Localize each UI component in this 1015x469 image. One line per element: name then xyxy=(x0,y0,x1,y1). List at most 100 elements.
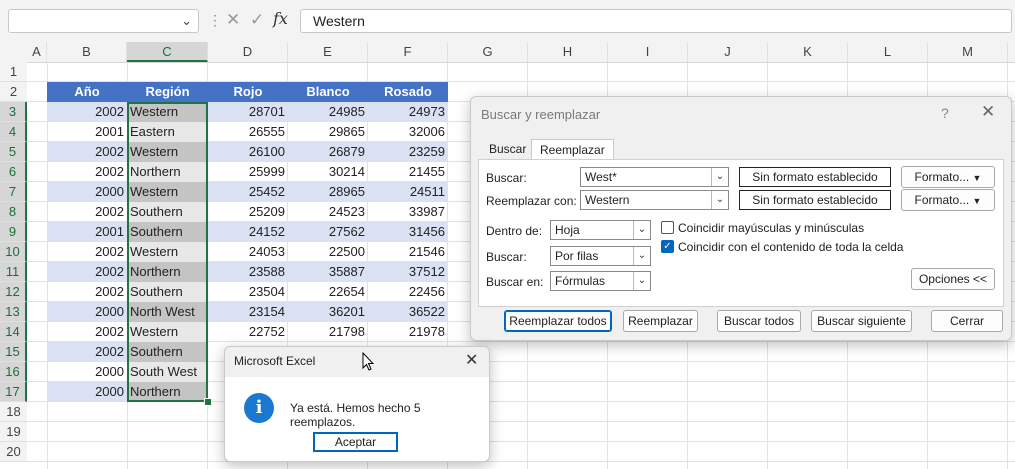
col-header-d[interactable]: D xyxy=(208,42,288,62)
row-header[interactable]: 13 xyxy=(0,302,27,322)
table-header-cell[interactable]: Año xyxy=(47,82,127,102)
table-header-cell[interactable]: Rosado xyxy=(368,82,448,102)
table-cell[interactable]: 24053 xyxy=(208,242,288,262)
table-cell[interactable]: South West xyxy=(127,362,208,382)
table-cell[interactable]: 22654 xyxy=(288,282,368,302)
table-cell[interactable]: 2002 xyxy=(47,342,127,362)
table-cell[interactable]: 25999 xyxy=(208,162,288,182)
table-cell[interactable]: 25209 xyxy=(208,202,288,222)
row-header[interactable]: 12 xyxy=(0,282,27,302)
table-cell[interactable]: Northern xyxy=(127,262,208,282)
row-header[interactable]: 16 xyxy=(0,362,27,382)
table-cell[interactable]: Eastern xyxy=(127,122,208,142)
col-header-k[interactable]: K xyxy=(768,42,848,62)
within-select[interactable]: Hoja ⌄ xyxy=(550,220,651,240)
table-cell[interactable]: 28965 xyxy=(288,182,368,202)
table-cell[interactable]: 33987 xyxy=(368,202,448,222)
row-header[interactable]: 18 xyxy=(0,402,27,422)
col-header-m[interactable]: M xyxy=(928,42,1008,62)
row-header[interactable]: 1 xyxy=(0,62,27,82)
table-cell[interactable]: Southern xyxy=(127,202,208,222)
col-header-c[interactable]: C xyxy=(127,42,208,62)
row-header[interactable]: 19 xyxy=(0,422,27,442)
row-header[interactable]: 3 xyxy=(0,102,27,122)
table-cell[interactable]: Southern xyxy=(127,282,208,302)
table-cell[interactable]: 36201 xyxy=(288,302,368,322)
row-header[interactable]: 8 xyxy=(0,202,27,222)
row-header[interactable]: 14 xyxy=(0,322,27,342)
row-header[interactable]: 11 xyxy=(0,262,27,282)
table-cell[interactable]: Western xyxy=(127,322,208,342)
replace-button[interactable]: Reemplazar xyxy=(623,310,698,332)
table-cell[interactable]: 24973 xyxy=(368,102,448,122)
match-case-checkbox[interactable] xyxy=(661,221,674,234)
table-cell[interactable]: 21798 xyxy=(288,322,368,342)
table-cell[interactable]: 2002 xyxy=(47,262,127,282)
row-header[interactable]: 2 xyxy=(0,82,27,102)
replace-format-button[interactable]: Formato... ▼ xyxy=(901,189,995,211)
table-cell[interactable]: 24523 xyxy=(288,202,368,222)
table-cell[interactable]: 26879 xyxy=(288,142,368,162)
table-cell[interactable]: 37512 xyxy=(368,262,448,282)
match-entire-checkbox[interactable]: ✓ xyxy=(661,240,674,253)
find-format-button[interactable]: Formato... ▼ xyxy=(901,166,995,188)
table-cell[interactable]: 25452 xyxy=(208,182,288,202)
table-cell[interactable]: 2001 xyxy=(47,222,127,242)
col-header-h[interactable]: H xyxy=(528,42,608,62)
ok-button[interactable]: Aceptar xyxy=(313,432,398,452)
table-cell[interactable]: 22500 xyxy=(288,242,368,262)
table-cell[interactable]: 2002 xyxy=(47,202,127,222)
tab-buscar[interactable]: Buscar xyxy=(481,139,534,160)
table-cell[interactable]: 36522 xyxy=(368,302,448,322)
col-header-l[interactable]: L xyxy=(848,42,928,62)
table-header-cell[interactable]: Región xyxy=(127,82,208,102)
table-cell[interactable]: Northern xyxy=(127,162,208,182)
table-cell[interactable]: 28701 xyxy=(208,102,288,122)
table-cell[interactable]: 24985 xyxy=(288,102,368,122)
options-button[interactable]: Opciones << xyxy=(911,268,995,290)
cancel-icon[interactable]: ✕ xyxy=(226,10,240,30)
close-icon[interactable]: ✕ xyxy=(981,102,995,122)
table-cell[interactable]: Western xyxy=(127,102,208,122)
tab-reemplazar[interactable]: Reemplazar xyxy=(531,139,614,161)
row-header[interactable]: 20 xyxy=(0,442,27,462)
table-cell[interactable]: 2000 xyxy=(47,302,127,322)
table-cell[interactable]: 21978 xyxy=(368,322,448,342)
table-cell[interactable]: 2001 xyxy=(47,122,127,142)
chevron-down-icon[interactable]: ⌄ xyxy=(711,191,728,209)
row-header[interactable]: 6 xyxy=(0,162,27,182)
col-header-e[interactable]: E xyxy=(288,42,368,62)
table-cell[interactable]: 2000 xyxy=(47,382,127,402)
table-cell[interactable]: Western xyxy=(127,182,208,202)
table-cell[interactable]: 2002 xyxy=(47,162,127,182)
col-header-a[interactable]: A xyxy=(27,42,47,62)
row-header[interactable]: 5 xyxy=(0,142,27,162)
formula-input[interactable]: Western xyxy=(300,9,1012,33)
table-cell[interactable]: 22752 xyxy=(208,322,288,342)
table-cell[interactable]: Northern xyxy=(127,382,208,402)
row-header[interactable]: 15 xyxy=(0,342,27,362)
row-header[interactable]: 9 xyxy=(0,222,27,242)
find-input[interactable]: West* ⌄ xyxy=(580,167,729,187)
table-header-cell[interactable]: Rojo xyxy=(208,82,288,102)
table-cell[interactable]: 22456 xyxy=(368,282,448,302)
replace-all-button[interactable]: Reemplazar todos xyxy=(504,310,612,332)
table-cell[interactable]: 2002 xyxy=(47,282,127,302)
table-cell[interactable]: 24152 xyxy=(208,222,288,242)
row-header[interactable]: 7 xyxy=(0,182,27,202)
table-cell[interactable]: 2000 xyxy=(47,362,127,382)
table-cell[interactable]: 2002 xyxy=(47,242,127,262)
col-header-f[interactable]: F xyxy=(368,42,448,62)
table-cell[interactable]: 32006 xyxy=(368,122,448,142)
row-header[interactable]: 17 xyxy=(0,382,27,402)
find-next-button[interactable]: Buscar siguiente xyxy=(811,310,912,332)
table-cell[interactable]: Western xyxy=(127,242,208,262)
fill-handle[interactable] xyxy=(204,398,212,406)
table-cell[interactable]: 26555 xyxy=(208,122,288,142)
table-cell[interactable]: 23588 xyxy=(208,262,288,282)
insert-function-icon[interactable]: fx xyxy=(273,9,288,28)
col-header-j[interactable]: J xyxy=(688,42,768,62)
table-header-cell[interactable]: Blanco xyxy=(288,82,368,102)
table-cell[interactable]: 21546 xyxy=(368,242,448,262)
help-icon[interactable]: ? xyxy=(941,105,949,121)
